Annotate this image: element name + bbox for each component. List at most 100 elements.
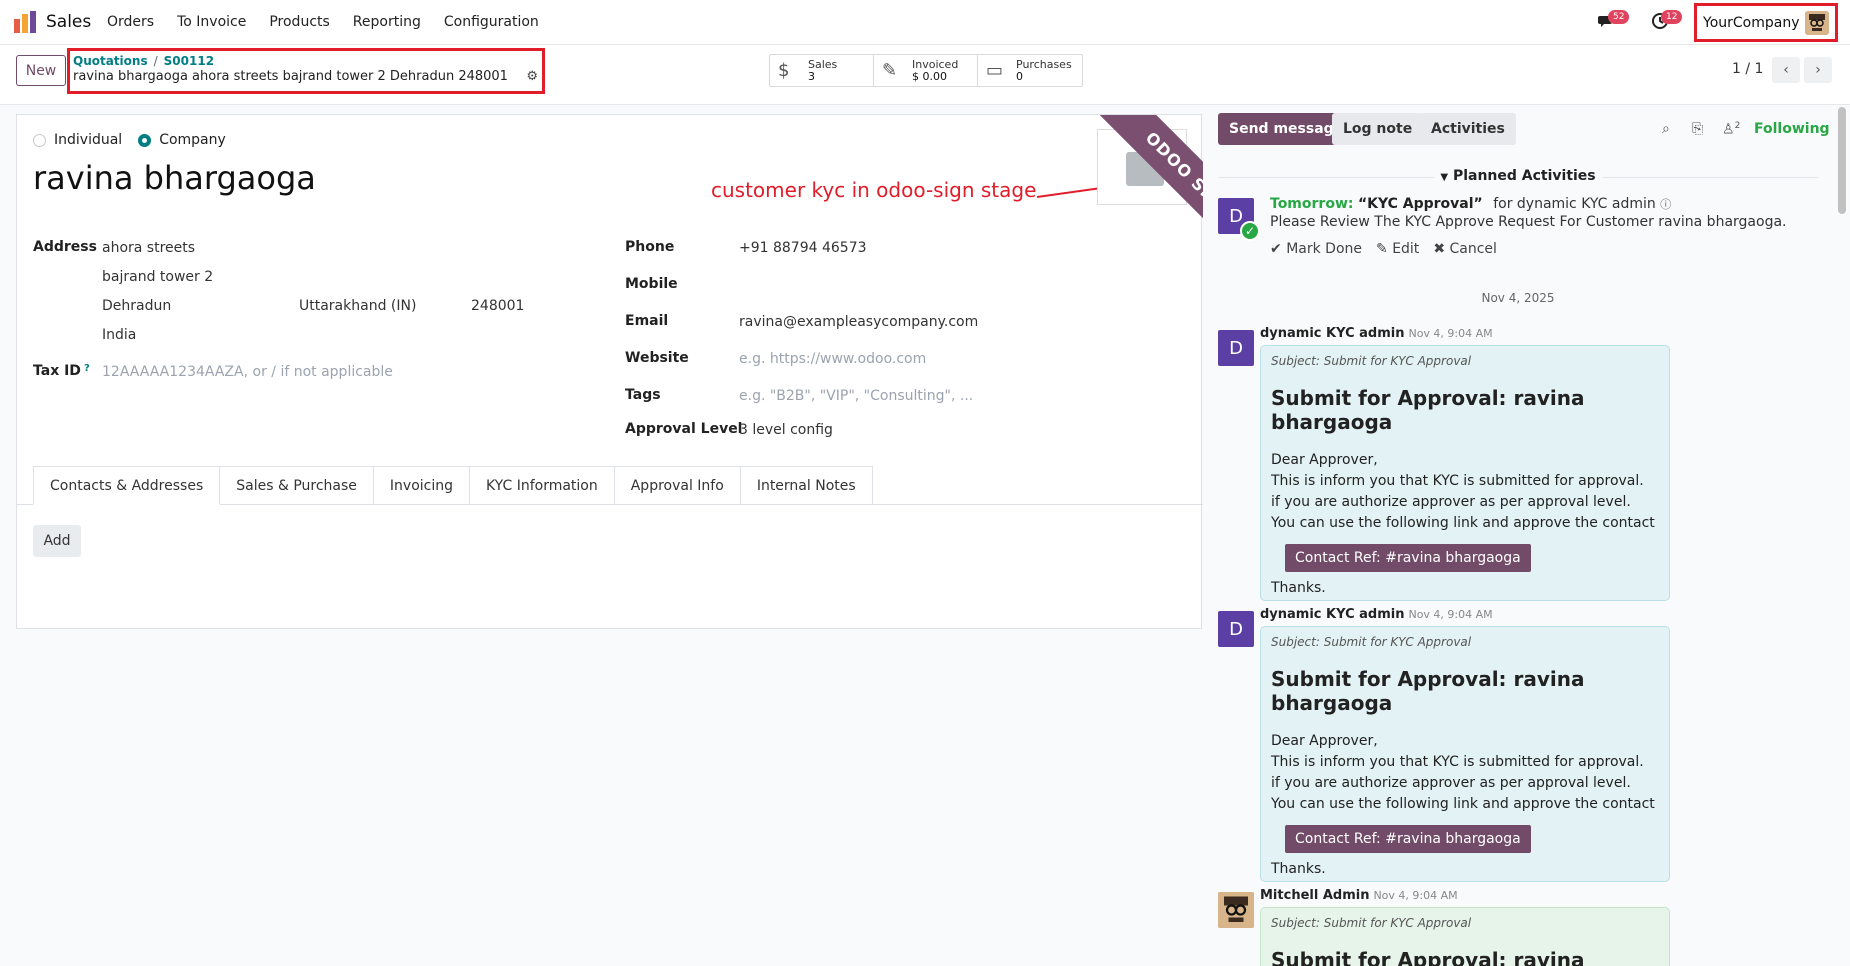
menu-reporting[interactable]: Reporting [353,14,421,30]
activities-button[interactable]: 12 [1651,10,1683,34]
chatter-panel: Send message Log note Activities ⌕ ⎘ ♙2 … [1218,105,1850,966]
message-line: This is inform you that KYC is submitted… [1271,473,1644,489]
activity-summary: Tomorrow: “KYC Approval” for dynamic KYC… [1270,196,1671,212]
purchases-smart-button[interactable]: ▭ Purchases 0 [978,55,1082,86]
tab-approval-info[interactable]: Approval Info [614,466,741,505]
contact-ref-button[interactable]: Contact Ref: #ravina bhargaoga [1285,544,1531,572]
company-name: YourCompany [1703,14,1800,31]
contact-ref-button[interactable]: Contact Ref: #ravina bhargaoga [1285,825,1531,853]
message-avatar[interactable]: D [1218,611,1254,647]
mark-done-button[interactable]: ✔ Mark Done [1270,241,1362,257]
message-body: Dear Approver, This is inform you that K… [1271,450,1659,534]
menu-orders[interactable]: Orders [107,14,154,30]
message-thanks: Thanks. [1271,861,1326,877]
company-switcher[interactable]: YourCompany [1694,3,1838,42]
paperclip-icon[interactable]: ⎘ [1692,121,1703,137]
app-name[interactable]: Sales [46,12,91,32]
message-body: Dear Approver, This is inform you that K… [1271,731,1659,815]
author-name[interactable]: Mitchell Admin [1260,888,1369,903]
user-face-icon [1218,892,1254,928]
website-input[interactable]: e.g. https://www.odoo.com [739,351,926,367]
partner-name-field[interactable]: ravina bhargaoga [33,159,316,197]
tags-label: Tags [625,387,661,403]
mark-done-label: Mark Done [1286,241,1362,257]
tab-internal-notes[interactable]: Internal Notes [740,466,873,505]
log-note-button[interactable]: Log note [1332,113,1424,145]
zip-field[interactable]: 248001 [471,298,524,314]
messaging-button[interactable]: 52 [1598,10,1630,34]
tax-id-label: Tax ID? [33,363,90,379]
menu-to-invoice[interactable]: To Invoice [177,14,246,30]
gear-icon[interactable]: ⚙ [526,69,538,84]
activity-badge: 12 [1661,10,1683,24]
street2-field[interactable]: bajrand tower 2 [102,269,213,285]
tab-sales-purchase[interactable]: Sales & Purchase [220,466,374,505]
street-field[interactable]: ahora streets [102,240,195,256]
tab-kyc-information[interactable]: KYC Information [470,466,615,505]
record-title: ravina bhargaoga ahora streets bajrand t… [73,69,513,84]
activities-button[interactable]: Activities [1420,113,1516,145]
radio-company-label[interactable]: Company [159,132,226,148]
menu-products[interactable]: Products [269,14,329,30]
radio-company[interactable] [138,133,152,147]
breadcrumb: Quotations / S00112 ravina bhargaoga ahora… [67,48,545,94]
approval-level-label: Approval Level [625,421,743,437]
author-name[interactable]: dynamic KYC admin [1260,326,1404,341]
tab-invoicing[interactable]: Invoicing [373,466,470,505]
followers-count: 2 [1734,121,1741,131]
message-avatar[interactable]: D [1218,330,1254,366]
country-field[interactable]: India [102,327,136,343]
edit-label: Edit [1392,241,1420,257]
approval-level-field[interactable]: 3 level config [739,422,833,438]
author-name[interactable]: dynamic KYC admin [1260,607,1404,622]
followers-button[interactable]: ♙2 [1722,121,1740,138]
menu-configuration[interactable]: Configuration [444,14,539,30]
add-contact-button[interactable]: Add [33,525,81,557]
message-line: This is inform you that KYC is submitted… [1271,754,1644,770]
odoo-sign-ribbon: ODOO SIGN [1057,115,1203,261]
pager-next-button[interactable]: › [1804,57,1832,83]
chevron-right-icon: › [1815,62,1821,78]
info-icon[interactable]: ⓘ [1660,198,1671,211]
message-avatar[interactable] [1218,892,1254,928]
control-panel: New Quotations / S00112 ravina bhargaoga a… [0,45,1850,105]
message-thanks: Thanks. [1271,580,1326,596]
cancel-activity-button[interactable]: ✖ Cancel [1433,241,1497,257]
state-field[interactable]: Uttarakhand (IN) [299,298,416,314]
city-field[interactable]: Dehradun [102,298,171,314]
close-icon: ✖ [1433,241,1446,257]
message-bubble: Subject: Submit for KYC Approval Submit … [1260,626,1670,882]
radio-individual[interactable] [33,133,46,147]
following-button[interactable]: Following [1754,121,1830,137]
notebook-tabs: Contacts & Addresses Sales & Purchase In… [33,466,873,505]
help-icon[interactable]: ? [84,363,90,374]
pencil-icon: ✎ [1376,241,1388,257]
tags-input[interactable]: e.g. "B2B", "VIP", "Consulting", ... [739,388,973,404]
pager-value[interactable]: 1 / 1 [1732,61,1763,77]
breadcrumb-quotations[interactable]: Quotations [73,54,148,68]
search-icon[interactable]: ⌕ [1662,121,1670,137]
planned-activities-header[interactable]: ▼ Planned Activities [1218,168,1818,184]
message-time: Nov 4, 9:04 AM [1408,327,1493,340]
invoiced-smart-button[interactable]: ✎ Invoiced $ 0.00 [874,55,978,86]
radio-individual-label[interactable]: Individual [54,132,122,148]
sales-app-icon[interactable] [14,11,36,33]
tab-contacts-addresses[interactable]: Contacts & Addresses [33,466,221,505]
sales-smart-button[interactable]: $ Sales 3 [770,55,874,86]
new-button[interactable]: New [16,55,66,86]
caret-down-icon: ▼ [1440,172,1449,183]
email-field[interactable]: ravina@exampleasycompany.com [739,314,978,330]
breadcrumb-order[interactable]: S00112 [164,54,214,68]
purchases-label: Purchases [1016,57,1072,71]
message-author: dynamic KYC admin Nov 4, 9:04 AM [1260,607,1493,622]
user-avatar[interactable] [1805,11,1829,35]
tax-id-input[interactable]: 12AAAAA1234AAZA, or / if not applicable [102,364,393,380]
pager-previous-button[interactable]: ‹ [1772,57,1800,83]
annotation-text: customer kyc in odoo-sign stage [711,178,1037,202]
chatter-scrollbar[interactable] [1838,107,1846,214]
message-title: Submit for Approval: ravina bhargaoga [1271,667,1585,715]
edit-activity-button[interactable]: ✎ Edit [1376,241,1419,257]
phone-field[interactable]: +91 88794 46573 [739,240,867,256]
message-line: You can use the following link and appro… [1271,515,1655,531]
chevron-left-icon: ‹ [1783,62,1789,78]
